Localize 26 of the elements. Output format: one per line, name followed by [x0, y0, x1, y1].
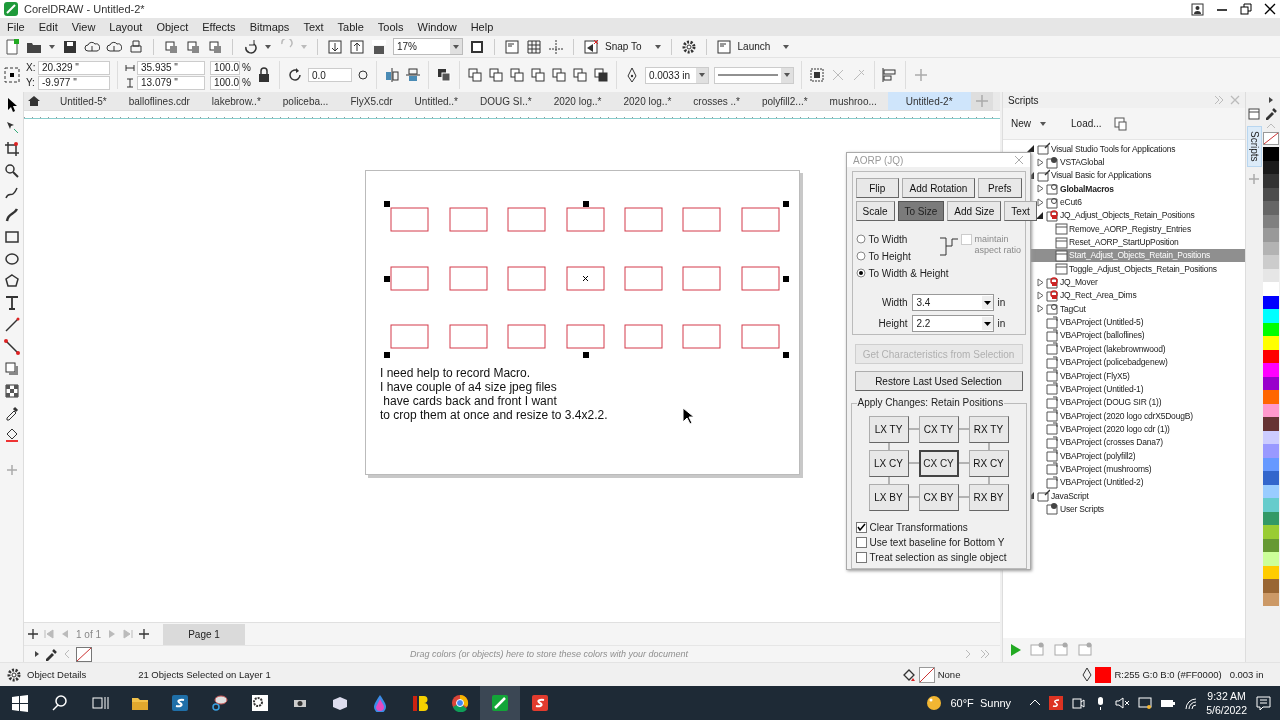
window-title: CorelDRAW - Untitled-2* — [24, 3, 145, 15]
page-count: 1 of 1 — [76, 628, 102, 640]
x-label: X: — [26, 62, 36, 73]
outline-width-status: 0.003 in — [1229, 669, 1264, 680]
percent-label: % — [242, 77, 251, 88]
checkbox-label: Treat selection as single object — [869, 552, 1007, 563]
note-text: I need help to record Macro. I have couple of a4 size jpeg files have cards back and front I want to crop them at once and resize to 3.4x2.2. — [380, 366, 608, 422]
selection-status: 21 Objects Selected on Layer 1 — [138, 669, 271, 680]
fill-status: None — [937, 669, 961, 680]
y-label: Y: — [26, 77, 36, 88]
group-title: Apply Changes: Retain Positions — [856, 397, 1005, 408]
checkbox-label: Use text baseline for Bottom Y — [869, 537, 1005, 548]
checkbox-label: maintain aspect ratio — [974, 234, 1023, 256]
field-label: Width — [880, 297, 908, 308]
unit-label: in — [997, 318, 1006, 329]
dialog-title: AORP (JQ) — [853, 154, 904, 166]
color-well-hint: Drag colors (or objects) here to store these colors with your document — [410, 649, 689, 659]
panel-title: Scripts — [1008, 94, 1039, 106]
percent-label: % — [242, 62, 251, 73]
radio-label: To Width & Height — [868, 267, 949, 279]
field-label: Height — [877, 318, 908, 329]
unit-label: in — [997, 297, 1006, 308]
outline-color-status: R:255 G:0 B:0 (#FF0000) — [1114, 669, 1222, 680]
radio-label: To Height — [868, 250, 911, 262]
checkbox-label: Clear Transformations — [869, 522, 968, 533]
radio-label: To Width — [868, 233, 908, 245]
